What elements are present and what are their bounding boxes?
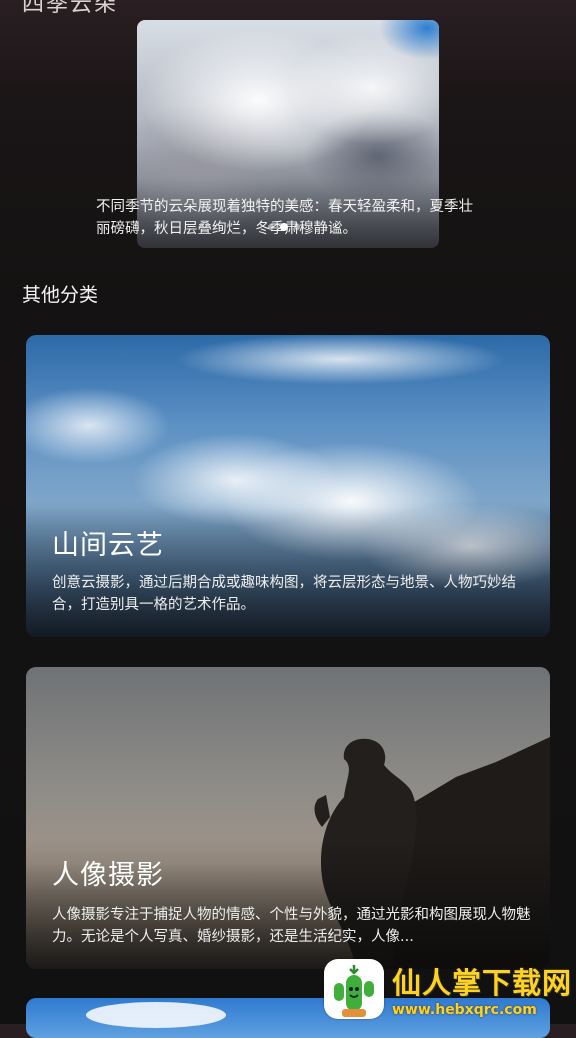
pager-dot[interactable]: [294, 224, 300, 230]
site-watermark: 仙人掌下载网 www.hebxqrc.com: [324, 954, 574, 1024]
category-card-portrait[interactable]: 人像摄影 人像摄影专注于捕捉人物的情感、个性与外貌，通过光影和构图展现人物魅力。…: [26, 667, 550, 969]
cactus-logo-icon: [324, 959, 384, 1019]
pager-dot[interactable]: [268, 224, 274, 230]
featured-banner-description: 不同季节的云朵展现着独特的美感：春天轻盈柔和，夏季壮丽磅礴，秋日层叠绚烂，冬季肃…: [96, 199, 473, 237]
watermark-title: 仙人掌下载网: [392, 966, 573, 1000]
sky-patch: [379, 20, 439, 60]
card-title: 人像摄影: [52, 860, 164, 891]
card-title: 山间云艺: [52, 530, 164, 561]
card-description: 创意云摄影，通过后期合成或趣味构图，将云层形态与地景、人物巧妙结合，打造别具一格…: [52, 575, 516, 613]
banner-pager[interactable]: [268, 223, 300, 231]
pager-dot-active[interactable]: [280, 223, 288, 231]
watermark-url: www.hebxqrc.com: [392, 1002, 537, 1018]
category-card-mountain-cloud-art[interactable]: 山间云艺 创意云摄影，通过后期合成或趣味构图，将云层形态与地景、人物巧妙结合，打…: [26, 335, 550, 637]
section-title: 其他分类: [22, 284, 99, 306]
previous-section-title: 四季云朵: [22, 0, 119, 17]
cloud-shape: [86, 1002, 226, 1028]
card-description: 人像摄影专注于捕捉人物的情感、个性与外貌，通过光影和构图展现人物魅力。无论是个人…: [52, 907, 531, 945]
